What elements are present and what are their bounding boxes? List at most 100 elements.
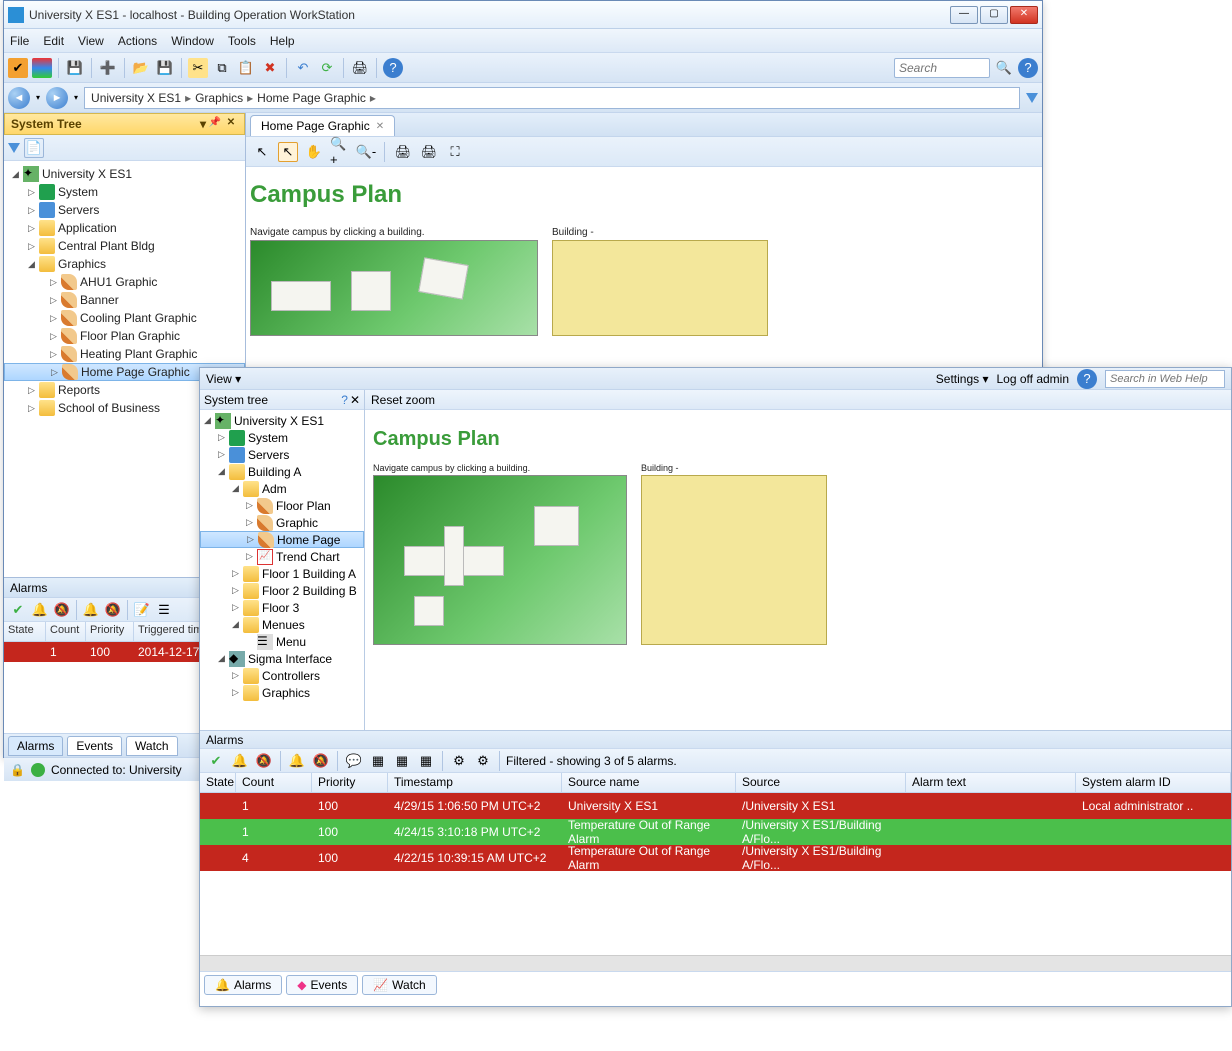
web-grid2-icon[interactable]: ▦: [392, 751, 412, 771]
web-tree-sigma[interactable]: ◢◆Sigma Interface: [200, 650, 364, 667]
menu-help[interactable]: Help: [270, 34, 295, 48]
web-tab-events[interactable]: ◆Events: [286, 975, 358, 995]
web-alarms-header[interactable]: Alarms: [200, 731, 1231, 749]
save-icon[interactable]: 💾: [155, 58, 175, 78]
doc-tab-home[interactable]: Home Page Graphic✕: [250, 115, 395, 136]
nav-forward-button[interactable]: ►: [46, 87, 68, 109]
undo-icon[interactable]: ↶: [293, 58, 313, 78]
tree-root[interactable]: ◢✦University X ES1: [4, 165, 245, 183]
web-hscroll[interactable]: [200, 955, 1231, 971]
dropdown-icon[interactable]: ▾: [200, 117, 206, 131]
web-help-search[interactable]: [1105, 370, 1225, 388]
bell4-icon[interactable]: 🔕: [103, 600, 123, 620]
tab-close-icon[interactable]: ✕: [376, 121, 384, 132]
crumb-1[interactable]: Graphics: [195, 91, 243, 105]
close-button[interactable]: ✕: [1010, 6, 1038, 24]
tab-alarms[interactable]: Alarms: [8, 736, 63, 756]
web-tree-building-a[interactable]: ◢Building A: [200, 463, 364, 480]
web-tree-wgraphics[interactable]: ▷Graphics: [200, 684, 364, 701]
titlebar[interactable]: University X ES1 - localhost - Building …: [4, 1, 1042, 29]
web-note-icon[interactable]: 💬: [344, 751, 364, 771]
web-tree-help-icon[interactable]: ?: [341, 393, 348, 407]
disk-icon[interactable]: 💾: [65, 58, 85, 78]
add-icon[interactable]: ➕: [98, 58, 118, 78]
web-tab-watch[interactable]: 📈Watch: [362, 975, 437, 995]
web-cfg2-icon[interactable]: ⚙: [473, 751, 493, 771]
web-tree-root[interactable]: ◢✦University X ES1: [200, 412, 364, 429]
print2-icon[interactable]: 🖨: [419, 142, 439, 162]
web-tree-adm[interactable]: ◢Adm: [200, 480, 364, 497]
reset-zoom-button[interactable]: Reset zoom: [371, 393, 435, 407]
paste-icon[interactable]: 📋: [236, 58, 256, 78]
search-help-icon[interactable]: ?: [1018, 58, 1038, 78]
search-input[interactable]: [894, 58, 990, 78]
tree-graphics[interactable]: ◢Graphics: [4, 255, 245, 273]
search-icon[interactable]: 🔍: [994, 58, 1014, 78]
fit-icon[interactable]: ⛶: [445, 142, 465, 162]
folder-open-icon[interactable]: 📂: [131, 58, 151, 78]
web-tree-menu[interactable]: ☰Menu: [200, 633, 364, 650]
tree-application[interactable]: ▷Application: [4, 219, 245, 237]
check-icon[interactable]: ✔: [8, 58, 28, 78]
crumb-0[interactable]: University X ES1: [91, 91, 181, 105]
bell2-icon[interactable]: 🔕: [52, 600, 72, 620]
tree-banner[interactable]: ▷Banner: [4, 291, 245, 309]
ack-icon[interactable]: ✔: [8, 600, 28, 620]
tab-events[interactable]: Events: [67, 736, 122, 756]
filter-icon[interactable]: [1026, 93, 1038, 103]
web-help-icon[interactable]: ?: [1077, 369, 1097, 389]
tree-central[interactable]: ▷Central Plant Bldg: [4, 237, 245, 255]
web-tab-alarms[interactable]: 🔔Alarms: [204, 975, 282, 995]
help-icon[interactable]: ?: [383, 58, 403, 78]
web-logoff[interactable]: Log off admin: [997, 372, 1070, 386]
web-bell4-icon[interactable]: 🔕: [311, 751, 331, 771]
list-icon[interactable]: ☰: [154, 600, 174, 620]
hand-icon[interactable]: ✋: [304, 142, 324, 162]
select-icon[interactable]: ↖: [278, 142, 298, 162]
menu-tools[interactable]: Tools: [228, 34, 256, 48]
system-tree-header[interactable]: System Tree ▾ 📌 ✕: [4, 113, 245, 135]
web-alarm-row[interactable]: 1100 4/29/15 1:06:50 PM UTC+2University …: [200, 793, 1231, 819]
web-tree-homepage[interactable]: ▷Home Page: [200, 531, 364, 548]
menu-window[interactable]: Window: [171, 34, 214, 48]
web-alarm-row[interactable]: 4100 4/22/15 10:39:15 AM UTC+2Temperatur…: [200, 845, 1231, 871]
web-tree-menues[interactable]: ◢Menues: [200, 616, 364, 633]
menu-actions[interactable]: Actions: [118, 34, 157, 48]
tree-new-icon[interactable]: 📄: [24, 138, 44, 158]
pin-icon[interactable]: 📌: [208, 117, 222, 131]
web-tree-servers[interactable]: ▷Servers: [200, 446, 364, 463]
tree-servers[interactable]: ▷Servers: [4, 201, 245, 219]
web-alarm-row[interactable]: 1100 4/24/15 3:10:18 PM UTC+2Temperature…: [200, 819, 1231, 845]
web-tree-close-icon[interactable]: ✕: [350, 393, 360, 407]
web-tree-f2[interactable]: ▷Floor 2 Building B: [200, 582, 364, 599]
web-tree-f1[interactable]: ▷Floor 1 Building A: [200, 565, 364, 582]
campus-map[interactable]: [250, 240, 538, 336]
cut-icon[interactable]: ✂: [188, 58, 208, 78]
web-tree-f3[interactable]: ▷Floor 3: [200, 599, 364, 616]
minimize-button[interactable]: —: [950, 6, 978, 24]
web-tree-body[interactable]: ◢✦University X ES1 ▷System ▷Servers ◢Bui…: [200, 410, 364, 730]
breadcrumb[interactable]: University X ES1▸ Graphics▸ Home Page Gr…: [84, 87, 1020, 109]
tree-system[interactable]: ▷System: [4, 183, 245, 201]
web-grid1-icon[interactable]: ▦: [368, 751, 388, 771]
tree-cooling[interactable]: ▷Cooling Plant Graphic: [4, 309, 245, 327]
web-tree-system[interactable]: ▷System: [200, 429, 364, 446]
web-ack-icon[interactable]: ✔: [206, 751, 226, 771]
web-bell3-icon[interactable]: 🔔: [287, 751, 307, 771]
delete-icon[interactable]: ✖: [260, 58, 280, 78]
web-tree-floorplan[interactable]: ▷Floor Plan: [200, 497, 364, 514]
zoom-out-icon[interactable]: 🔍-: [356, 142, 376, 162]
web-bell1-icon[interactable]: 🔔: [230, 751, 250, 771]
copy-icon[interactable]: ⧉: [212, 58, 232, 78]
tab-watch[interactable]: Watch: [126, 736, 178, 756]
panel-close-icon[interactable]: ✕: [224, 117, 238, 131]
web-tree-controllers[interactable]: ▷Controllers: [200, 667, 364, 684]
nav-back-button[interactable]: ◄: [8, 87, 30, 109]
web-campus-map[interactable]: [373, 475, 627, 645]
print-graphic-icon[interactable]: 🖨: [393, 142, 413, 162]
refresh-icon[interactable]: ⟳: [317, 58, 337, 78]
menu-edit[interactable]: Edit: [43, 34, 64, 48]
tree-filter-icon[interactable]: [8, 143, 20, 153]
web-cfg1-icon[interactable]: ⚙: [449, 751, 469, 771]
web-view-menu[interactable]: View ▾: [206, 372, 241, 386]
